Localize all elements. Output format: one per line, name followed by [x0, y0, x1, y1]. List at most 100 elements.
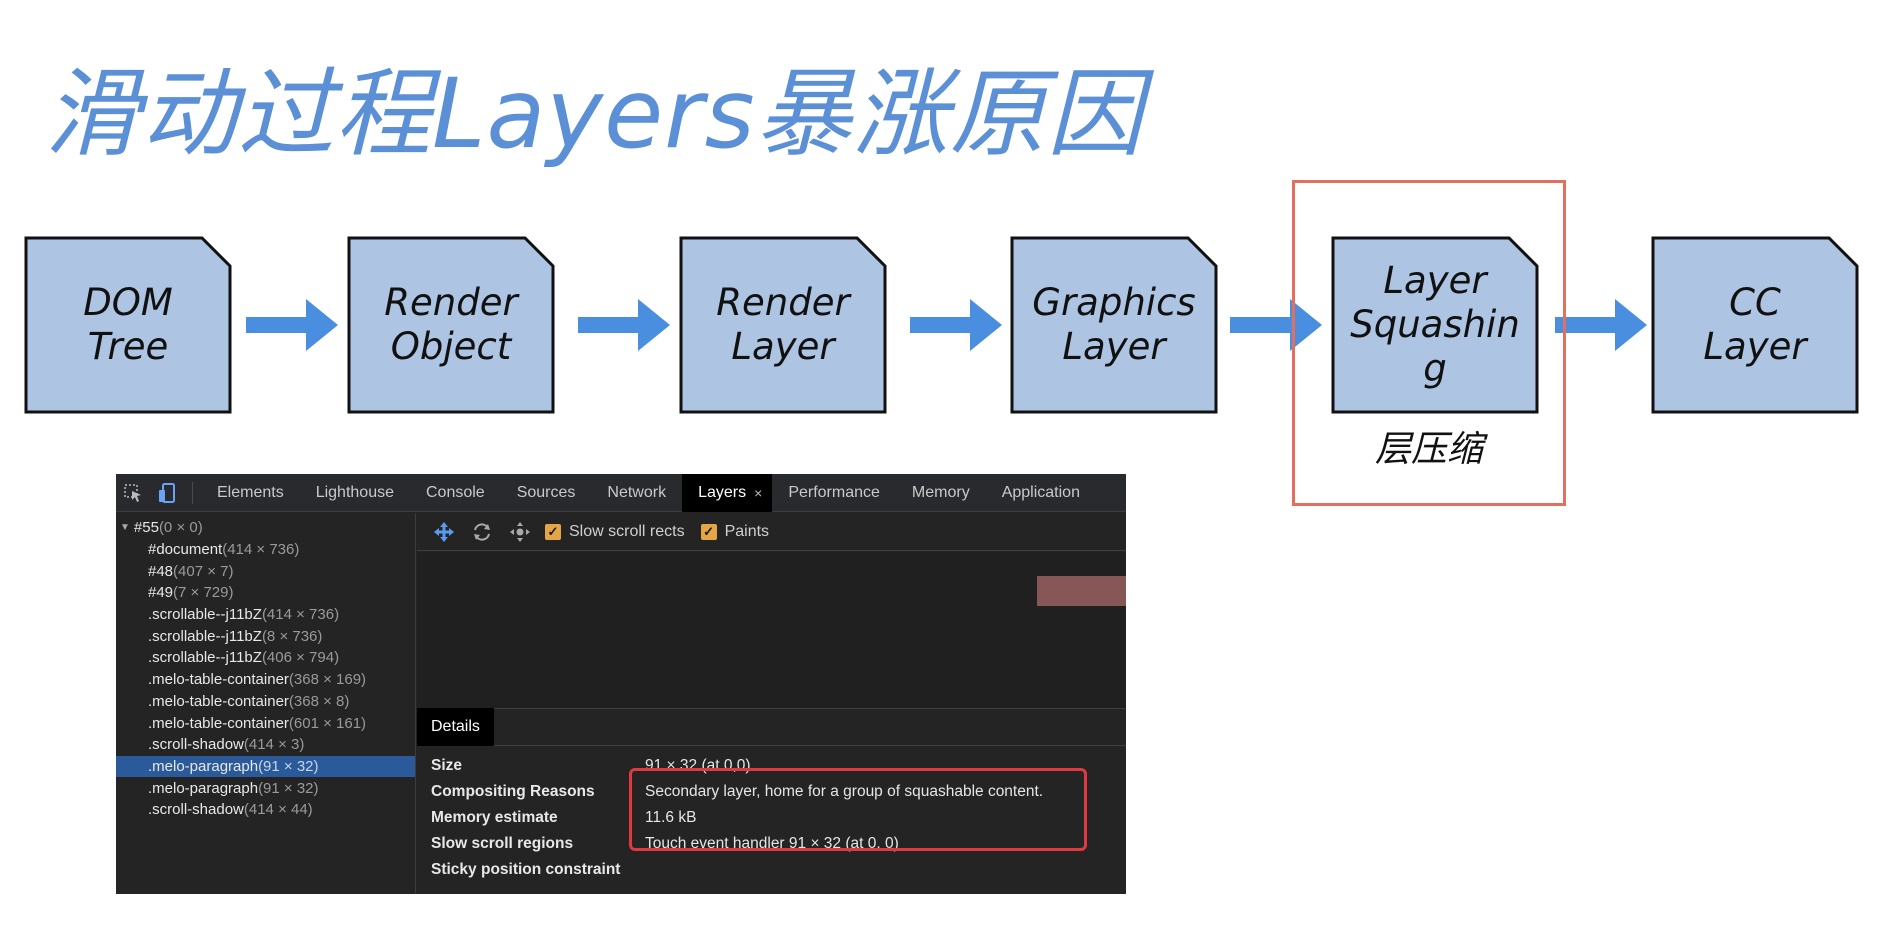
detail-key: Size: [431, 757, 463, 774]
layer-size: (8 × 736): [261, 627, 323, 645]
tab-label: Performance: [788, 483, 880, 501]
flow-box-render-layer: Render Layer: [679, 236, 887, 414]
checkbox-check-icon: ✓: [700, 523, 717, 540]
devtools-tabbar: Elements Lighthouse Console Sources Netw…: [116, 474, 1126, 512]
tree-row[interactable]: #document (414 × 736): [116, 539, 415, 561]
layer-size: (407 × 7): [173, 562, 234, 580]
tab-performance[interactable]: Performance: [772, 474, 896, 512]
toolbar-divider: [192, 481, 193, 504]
tree-row[interactable]: .melo-paragraph (91 × 32): [116, 777, 415, 799]
layer-name: .scrollable--j11bZ: [148, 606, 262, 624]
tab-label: Elements: [217, 483, 284, 501]
flow-box-label: CC Layer: [1703, 281, 1807, 368]
tree-row[interactable]: .scrollable--j11bZ (8 × 736): [116, 625, 415, 647]
slide-title: 滑动过程Layers暴涨原因: [44, 58, 1144, 170]
tree-row[interactable]: .scrollable--j11bZ (414 × 736): [116, 604, 415, 626]
flow-arrow-icon: [1555, 299, 1647, 351]
tree-row[interactable]: .scroll-shadow (414 × 3): [116, 734, 415, 756]
layer-size: (414 × 3): [243, 736, 305, 754]
tab-label: Console: [426, 483, 485, 501]
layer-size: (7 × 729): [173, 584, 234, 602]
layer-name: #document: [148, 541, 223, 559]
checkbox-label: Slow scroll rects: [569, 522, 685, 540]
flow-box-label: Graphics Layer: [1032, 281, 1196, 368]
detail-key: Sticky position constraint: [431, 861, 621, 878]
flow-box-render-object: Render Object: [347, 236, 555, 414]
layer-size: (368 × 8): [288, 692, 350, 710]
layer-size: (368 × 169): [288, 671, 367, 689]
tree-row[interactable]: #48 (407 × 7): [116, 560, 415, 582]
tab-memory[interactable]: Memory: [896, 474, 986, 512]
tab-layers[interactable]: Layers ×: [682, 474, 773, 512]
tab-console[interactable]: Console: [410, 474, 501, 512]
layer-name: .melo-table-container: [148, 671, 289, 689]
layer-name: #48: [148, 562, 174, 580]
selected-layer-rect[interactable]: [1037, 576, 1126, 606]
layer-size: (601 × 161): [288, 714, 367, 732]
layer-size: (0 × 0): [158, 519, 203, 537]
flow-box-cc-layer: CC Layer: [1651, 236, 1859, 414]
flow-arrow-icon: [910, 299, 1002, 351]
detail-key: Slow scroll regions: [431, 835, 574, 852]
details-highlight-outline: [629, 768, 1087, 851]
detail-key: Compositing Reasons: [431, 783, 595, 800]
flow-box-label: Render Object: [384, 281, 518, 368]
layer-size: (414 × 44): [243, 801, 313, 819]
layer-name: .melo-paragraph: [148, 779, 259, 797]
tree-row[interactable]: .scrollable--j11bZ (406 × 794): [116, 647, 415, 669]
tree-row[interactable]: ▼ #55 (0 × 0): [116, 517, 415, 539]
layer-name: #55: [133, 519, 159, 537]
checkbox-label: Paints: [724, 522, 770, 540]
tab-label: Application: [1001, 483, 1080, 501]
flow-box-dom-tree: DOM Tree: [24, 236, 232, 414]
tree-row[interactable]: #49 (7 × 729): [116, 582, 415, 604]
tab-sources[interactable]: Sources: [501, 474, 592, 512]
layer-size: (414 × 736): [222, 541, 300, 559]
tab-label: Network: [607, 483, 667, 501]
expand-triangle-icon[interactable]: ▼: [120, 522, 130, 533]
details-tabbar: Details: [417, 708, 1126, 746]
close-icon[interactable]: ×: [754, 485, 762, 501]
checkbox-check-icon: ✓: [545, 523, 561, 540]
device-toggle-icon[interactable]: [150, 474, 184, 512]
pan-icon[interactable]: [425, 513, 463, 551]
layer-name: .scroll-shadow: [148, 736, 244, 754]
detail-row: Sticky position constraint: [431, 857, 1121, 883]
layer-name: .melo-table-container: [148, 692, 289, 710]
layer-name: .melo-table-container: [148, 714, 289, 732]
tree-row[interactable]: .melo-table-container (368 × 8): [116, 691, 415, 713]
tab-elements[interactable]: Elements: [201, 474, 300, 512]
layer-name: .scrollable--j11bZ: [148, 649, 262, 667]
tab-label: Layers: [698, 483, 747, 501]
tree-row[interactable]: .scroll-shadow (414 × 44): [116, 799, 415, 821]
reset-transform-icon[interactable]: [501, 513, 539, 551]
inspect-icon[interactable]: [116, 474, 150, 512]
layer-size: (414 × 736): [261, 606, 340, 624]
flow-arrow-icon: [578, 299, 670, 351]
layer-name: .scroll-shadow: [148, 801, 244, 819]
detail-key: Memory estimate: [431, 809, 558, 826]
tree-row-selected[interactable]: .melo-paragraph (91 × 32): [116, 755, 415, 778]
flow-box-label: DOM Tree: [83, 281, 173, 368]
tab-details[interactable]: Details: [417, 708, 494, 746]
squashing-caption: 层压缩: [1374, 429, 1483, 470]
layer-name: .scrollable--j11bZ: [148, 627, 262, 645]
layers-toolbar: ✓ Slow scroll rects ✓ Paints: [417, 513, 1126, 551]
tab-network[interactable]: Network: [591, 474, 682, 512]
layer-size: (91 × 32): [258, 779, 319, 797]
slow-scroll-rects-checkbox[interactable]: ✓ Slow scroll rects: [545, 523, 685, 541]
layers-3d-canvas[interactable]: [417, 552, 1126, 708]
layer-name: .melo-paragraph: [148, 757, 259, 775]
tab-application[interactable]: Application: [986, 474, 1096, 512]
tab-lighthouse[interactable]: Lighthouse: [300, 474, 410, 512]
tree-row[interactable]: .melo-table-container (601 × 161): [116, 712, 415, 734]
tab-label: Sources: [516, 483, 576, 501]
rotate-icon[interactable]: [463, 513, 501, 551]
flow-box-graphics-layer: Graphics Layer: [1010, 236, 1218, 414]
layer-size: (406 × 794): [261, 649, 340, 667]
layer-size: (91 × 32): [258, 757, 319, 775]
layer-tree: ▼ #55 (0 × 0) #document (414 × 736) #48 (407…: [116, 513, 416, 894]
paints-checkbox[interactable]: ✓ Paints: [700, 522, 770, 541]
tab-label: Memory: [911, 483, 970, 501]
tree-row[interactable]: .melo-table-container (368 × 169): [116, 669, 415, 691]
